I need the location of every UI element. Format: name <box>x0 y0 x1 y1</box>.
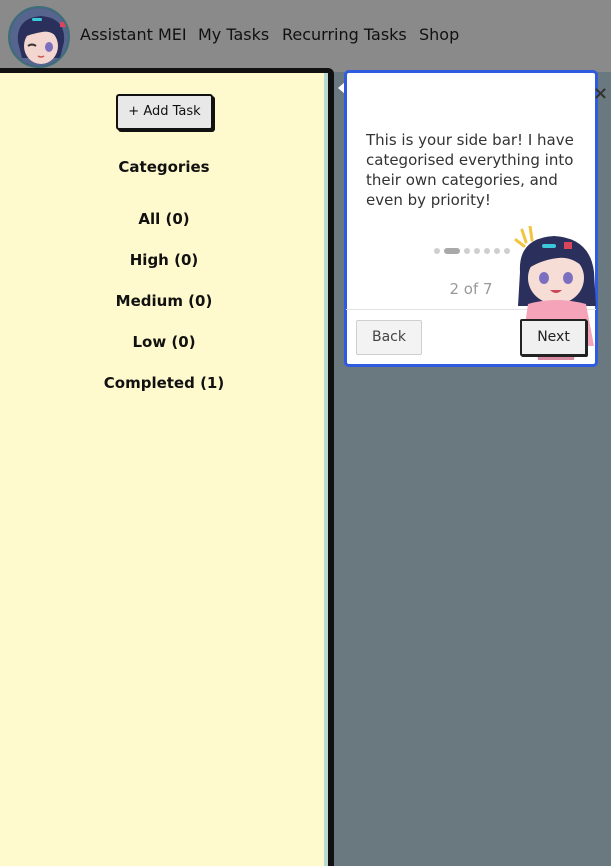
sidebar <box>0 68 334 866</box>
nav-recurring-tasks-link[interactable]: Recurring Tasks <box>282 25 407 44</box>
step-dot <box>504 248 510 254</box>
category-low[interactable]: Low (0) <box>0 333 328 351</box>
sidebar-panel <box>0 73 328 866</box>
top-nav: Assistant MEI My Tasks Recurring Tasks S… <box>0 0 611 72</box>
category-completed[interactable]: Completed (1) <box>0 374 328 392</box>
step-dot <box>464 248 470 254</box>
add-task-button[interactable]: + Add Task <box>116 94 213 130</box>
avatar-icon[interactable] <box>8 6 70 68</box>
nav-brand-link[interactable]: Assistant MEI <box>80 25 187 44</box>
tour-message: This is your side bar! I have categorise… <box>366 131 574 209</box>
step-dot <box>474 248 480 254</box>
step-dot <box>494 248 500 254</box>
close-icon[interactable]: × <box>593 85 609 103</box>
nav-my-tasks-link[interactable]: My Tasks <box>198 25 269 44</box>
category-high[interactable]: High (0) <box>0 251 328 269</box>
next-button[interactable]: Next <box>520 319 587 356</box>
back-button[interactable]: Back <box>356 320 422 355</box>
category-medium[interactable]: Medium (0) <box>0 292 328 310</box>
tour-progress: 2 of 7 <box>449 280 493 298</box>
step-dot <box>434 248 440 254</box>
categories-heading: Categories <box>118 158 210 176</box>
step-dot-active <box>444 248 460 254</box>
nav-shop-link[interactable]: Shop <box>419 25 459 44</box>
step-dot <box>484 248 490 254</box>
category-all[interactable]: All (0) <box>0 210 328 228</box>
